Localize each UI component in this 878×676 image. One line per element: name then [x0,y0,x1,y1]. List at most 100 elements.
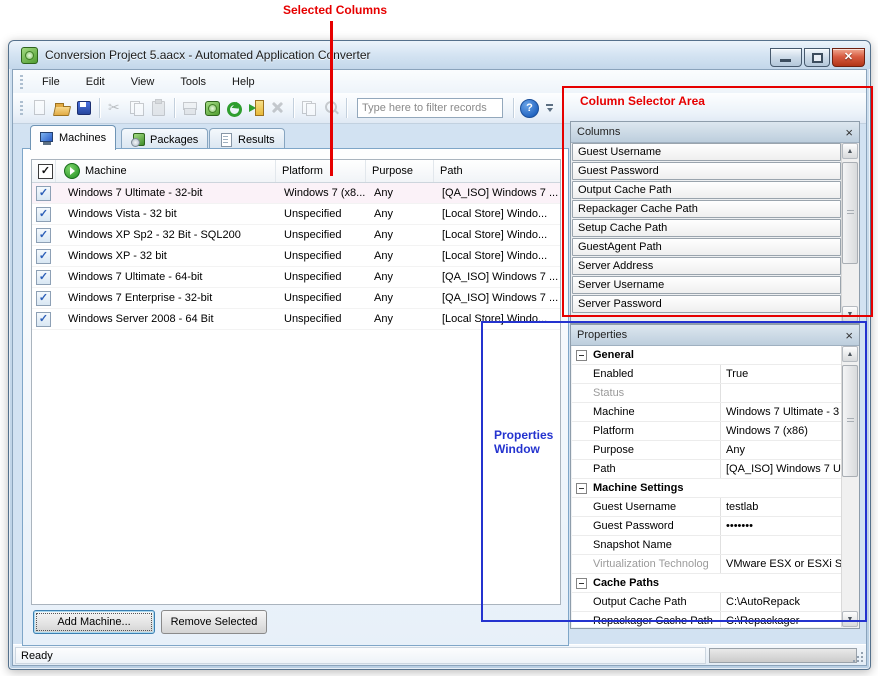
row-checkbox[interactable]: ✓ [36,186,51,201]
column-item[interactable]: Output Cache Path [572,181,841,199]
property-row[interactable]: Guest Username testlab [572,498,841,517]
menu-item[interactable]: View [118,73,168,91]
build-packages-icon[interactable] [201,97,223,119]
table-row[interactable]: ✓ Windows Vista - 32 bit Unspecified Any… [32,204,560,225]
menu-bar: FileEditViewToolsHelp [13,70,867,93]
paste-icon[interactable] [148,97,170,119]
property-row[interactable]: Cache Paths [572,574,841,593]
row-checkbox[interactable]: ✓ [36,312,51,327]
close-button[interactable]: ✕ [832,48,865,67]
property-value[interactable]: testlab [721,501,841,513]
menu-item[interactable]: Edit [73,73,118,91]
filter-records-input[interactable] [357,98,503,118]
menu-item[interactable]: File [29,73,73,91]
column-item[interactable]: Guest Password [572,162,841,180]
scrollbar-thumb[interactable] [842,365,858,477]
row-checkbox[interactable]: ✓ [36,228,51,243]
copy-icon[interactable] [126,97,148,119]
property-row[interactable]: Machine Windows 7 Ultimate - 3 [572,403,841,422]
property-value[interactable]: True [721,368,841,380]
property-value[interactable]: Any [721,444,841,456]
close-icon[interactable]: × [845,126,853,139]
add-machine-button[interactable]: Add Machine... [33,610,155,634]
column-item[interactable]: Setup Cache Path [572,219,841,237]
property-value[interactable]: C:\Repackager [721,615,841,627]
print-icon[interactable] [179,97,201,119]
property-value[interactable]: ••••••• [721,520,841,532]
table-row[interactable]: ✓ Windows 7 Enterprise - 32-bit Unspecif… [32,288,560,309]
resize-grip [861,652,863,654]
open-project-icon[interactable] [51,97,73,119]
row-checkbox[interactable]: ✓ [36,291,51,306]
property-row[interactable]: Status [572,384,841,403]
resize-grip[interactable] [861,660,863,662]
table-row[interactable]: ✓ Windows XP Sp2 - 32 Bit - SQL200 Unspe… [32,225,560,246]
column-header-platform[interactable]: Platform [276,160,366,182]
property-row[interactable]: Output Cache Path C:\AutoRepack [572,593,841,612]
import-icon[interactable] [245,97,267,119]
property-row[interactable]: Snapshot Name [572,536,841,555]
property-value[interactable]: Windows 7 Ultimate - 3 [721,406,841,418]
table-row[interactable]: ✓ Windows XP - 32 bit Unspecified Any [L… [32,246,560,267]
scroll-down-icon[interactable]: ▼ [842,306,858,322]
collapse-icon[interactable] [576,483,587,494]
property-row[interactable]: Purpose Any [572,441,841,460]
property-row[interactable]: Platform Windows 7 (x86) [572,422,841,441]
app-icon [21,47,38,64]
table-row[interactable]: ✓ Windows 7 Ultimate - 32-bit Windows 7 … [32,183,560,204]
columns-scrollbar[interactable]: ▲ ▼ [841,143,859,322]
property-row[interactable]: Virtualization Technolog VMware ESX or E… [572,555,841,574]
toolbar-options-icon[interactable] [546,104,553,112]
delete-icon[interactable] [267,97,289,119]
preview-icon[interactable] [320,97,342,119]
minimize-button[interactable] [770,48,802,67]
close-icon[interactable]: × [845,329,853,342]
property-row[interactable]: Repackager Cache Path C:\Repackager [572,612,841,627]
column-item[interactable]: Server Password [572,295,841,313]
duplicate-icon[interactable] [298,97,320,119]
cut-icon[interactable] [104,97,126,119]
column-header-purpose[interactable]: Purpose [366,160,434,182]
property-row[interactable]: Guest Password ••••••• [572,517,841,536]
tab-machines[interactable]: Machines [30,125,116,150]
property-value[interactable]: [QA_ISO] Windows 7 Ul [721,463,841,475]
refresh-icon[interactable] [223,97,245,119]
property-value[interactable]: Windows 7 (x86) [721,425,841,437]
column-header-path[interactable]: Path [434,160,560,182]
property-value[interactable]: C:\AutoRepack [721,596,841,608]
row-checkbox[interactable]: ✓ [36,207,51,222]
property-row[interactable]: Path [QA_ISO] Windows 7 Ul [572,460,841,479]
column-item[interactable]: Guest Username [572,143,841,161]
select-all-checkbox[interactable]: ✓ [38,164,53,179]
property-row[interactable]: General [572,346,841,365]
property-value[interactable]: VMware ESX or ESXi Ser [721,558,841,570]
property-row[interactable]: Machine Settings [572,479,841,498]
tab-packages[interactable]: Packages [121,128,208,150]
new-document-icon[interactable] [29,97,51,119]
properties-scrollbar[interactable]: ▲ ▼ [841,346,859,627]
menu-item[interactable]: Help [219,73,268,91]
remove-selected-button[interactable]: Remove Selected [161,610,267,634]
row-checkbox[interactable]: ✓ [36,249,51,264]
tab-results[interactable]: Results [209,128,285,150]
column-item[interactable]: Server Address [572,257,841,275]
collapse-icon[interactable] [576,350,587,361]
column-item[interactable]: GuestAgent Path [572,238,841,256]
scroll-up-icon[interactable]: ▲ [842,143,858,159]
menu-item[interactable]: Tools [167,73,219,91]
collapse-icon[interactable] [576,578,587,589]
property-name: Guest Password [593,520,674,532]
scrollbar-thumb[interactable] [842,162,858,264]
help-icon[interactable]: ? [520,99,539,118]
column-item[interactable]: Server Username [572,276,841,294]
row-checkbox[interactable]: ✓ [36,270,51,285]
save-project-icon[interactable] [73,97,95,119]
table-row[interactable]: ✓ Windows 7 Ultimate - 64-bit Unspecifie… [32,267,560,288]
table-row[interactable]: ✓ Windows Server 2008 - 64 Bit Unspecifi… [32,309,560,330]
maximize-button[interactable] [804,48,830,67]
column-header-machine[interactable]: Machine [56,160,276,182]
property-row[interactable]: Enabled True [572,365,841,384]
column-item[interactable]: Repackager Cache Path [572,200,841,218]
scroll-down-icon[interactable]: ▼ [842,611,858,627]
scroll-up-icon[interactable]: ▲ [842,346,858,362]
